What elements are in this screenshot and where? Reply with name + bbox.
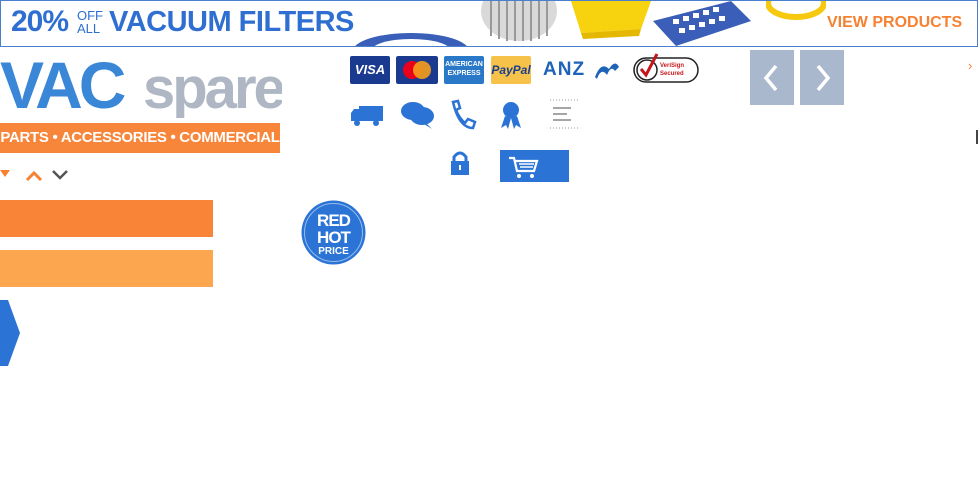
light-orange-menu-bar[interactable]	[0, 250, 213, 287]
visa-logo: VISA	[350, 56, 390, 84]
award-ribbon-icon[interactable]	[494, 98, 528, 132]
mastercard-logo	[396, 56, 438, 84]
blue-disc-filter-image	[355, 33, 467, 46]
lock-icon[interactable]	[449, 150, 471, 176]
view-products-link[interactable]: VIEW PRODUCTS	[827, 14, 962, 32]
chevron-left-icon	[763, 64, 778, 92]
cart-icon	[509, 156, 539, 178]
verisign-logo: VeriSign Secured	[633, 52, 699, 84]
anz-text: ANZ	[543, 59, 586, 80]
red-hot-price-badge[interactable]: RED HOT PRICE	[300, 199, 367, 266]
phone-icon[interactable]	[447, 98, 481, 132]
side-tab-arrow[interactable]	[0, 300, 20, 366]
chevron-right-icon	[816, 64, 831, 92]
anz-logo: ANZ	[543, 57, 623, 83]
logo-tagline: PARTS • ACCESSORIES • COMMERCIAL	[0, 123, 280, 153]
vacspare-logo[interactable]: VAC spare	[0, 48, 282, 118]
chat-icon[interactable]	[400, 98, 434, 132]
promo-banner[interactable]: 20% OFF ALL VACUUM FILTERS VIEW PRODUCTS	[0, 0, 978, 47]
menu-lines-icon[interactable]	[547, 98, 581, 132]
chevron-down-icon[interactable]	[50, 166, 70, 184]
badge-line-2: HOT	[317, 228, 352, 247]
chevron-up-icon[interactable]	[24, 166, 44, 184]
anz-figure-icon	[595, 63, 619, 79]
small-chevron-right-icon[interactable]: ›	[968, 58, 972, 73]
paypal-text: PayPal	[491, 63, 531, 77]
banner-percent: 20%	[11, 5, 69, 38]
hepa-grid-filter-image	[653, 1, 751, 46]
verisign-bottom-text: Secured	[660, 71, 684, 77]
slider-prev-button[interactable]	[750, 50, 794, 105]
logo-spare-text: spare	[143, 56, 282, 118]
slider-next-button[interactable]	[800, 50, 844, 105]
truck-icon[interactable]	[350, 98, 384, 132]
paypal-logo: PayPal	[491, 56, 531, 84]
verisign-top-text: VeriSign	[660, 63, 685, 69]
caret-down-icon[interactable]	[0, 170, 10, 177]
logo-vac-text: VAC	[0, 48, 125, 118]
badge-line-3: PRICE	[318, 246, 349, 257]
banner-off-all: OFF ALL	[77, 9, 103, 35]
banner-title: VACUUM FILTERS	[109, 6, 354, 38]
orange-menu-bar[interactable]	[0, 200, 213, 237]
banner-all: ALL	[77, 21, 101, 36]
yellow-ring-filter-image	[766, 1, 826, 20]
visa-text: VISA	[354, 62, 386, 77]
amex-top-text: AMERICAN	[445, 61, 483, 68]
amex-bottom-text: EXPRESS	[447, 70, 481, 77]
cart-button[interactable]	[500, 150, 569, 182]
amex-logo: AMERICAN EXPRESS	[444, 56, 484, 84]
